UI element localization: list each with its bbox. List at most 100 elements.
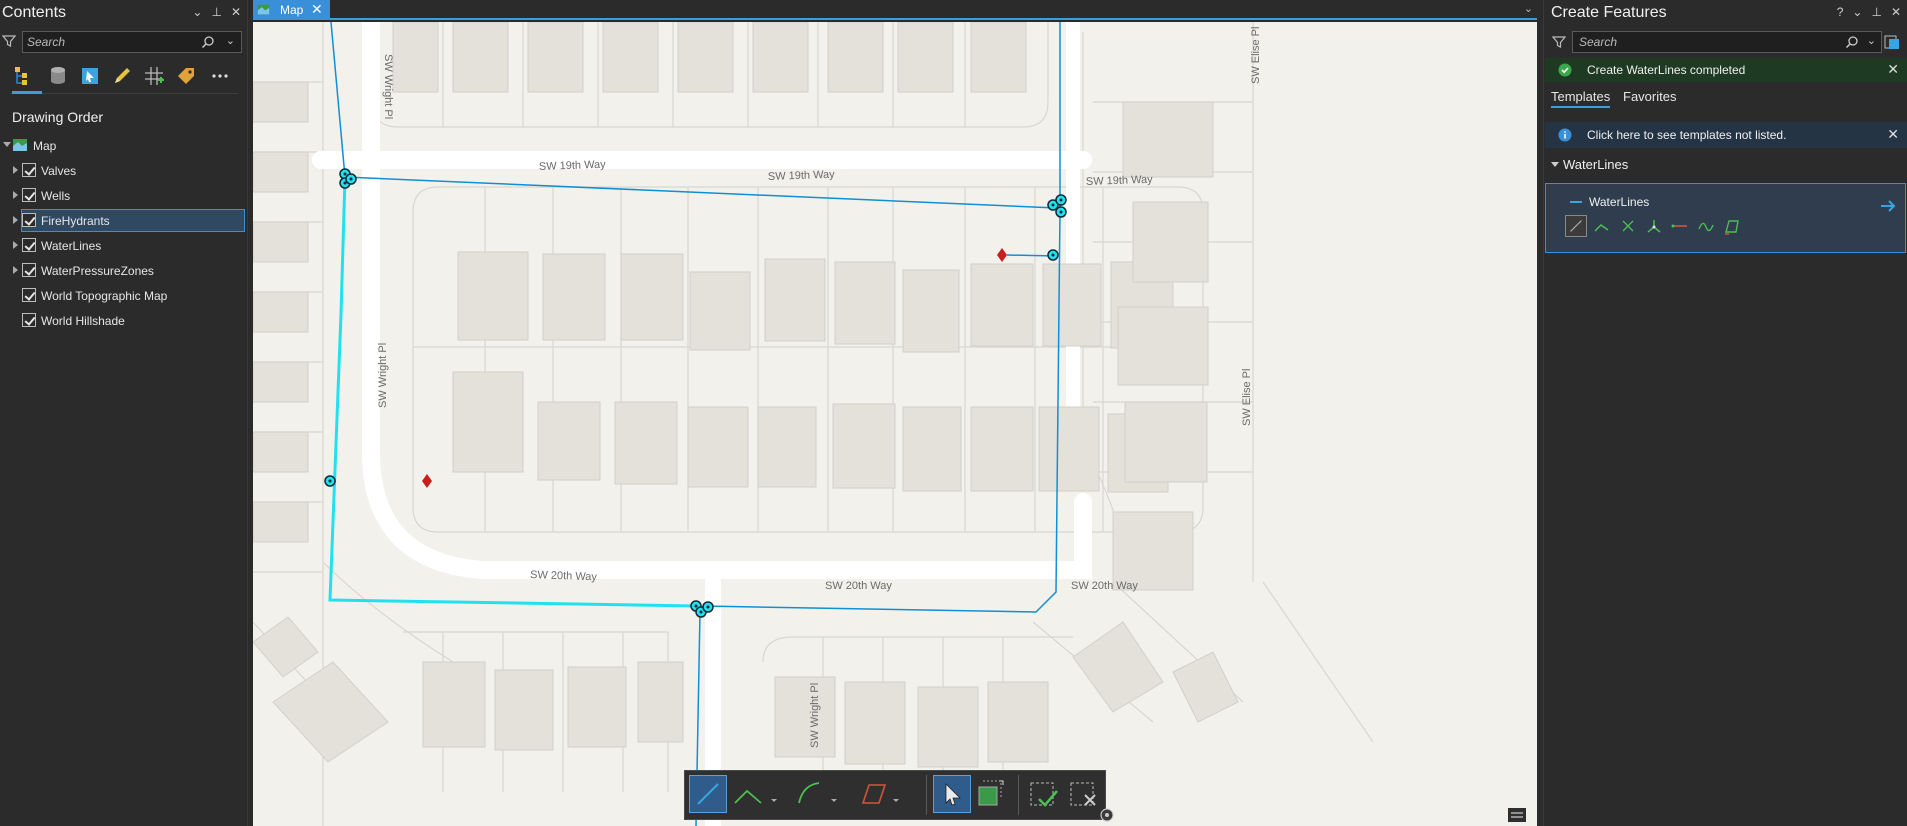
list-by-data-source-icon[interactable] [46, 64, 70, 88]
construction-toolbar [684, 770, 1106, 820]
pin-icon[interactable]: ⊥ [211, 5, 221, 19]
info-message-text[interactable]: Click here to see templates not listed. [1587, 128, 1786, 142]
list-by-labeling-icon[interactable] [174, 64, 198, 88]
layer-visibility-checkbox[interactable] [22, 288, 36, 302]
templates-search-box[interactable]: ⌄ [1572, 31, 1882, 53]
filter-icon[interactable] [1552, 35, 1566, 49]
freehand-icon[interactable] [1721, 215, 1743, 237]
close-icon[interactable]: ✕ [1887, 126, 1899, 143]
toolbar-separator [926, 775, 927, 815]
tab-favorites[interactable]: Favorites [1623, 89, 1676, 104]
list-by-editing-icon[interactable] [110, 64, 134, 88]
list-by-drawing-order-icon[interactable] [12, 64, 36, 88]
more-icon[interactable] [208, 64, 232, 88]
arc-tool-button[interactable] [793, 775, 837, 813]
layer-visibility-checkbox[interactable] [22, 188, 36, 202]
help-icon[interactable]: ? [1837, 5, 1844, 19]
select-tool-button[interactable] [933, 775, 971, 813]
templates-search-input[interactable] [1579, 34, 1819, 50]
layer-label: WaterLines [41, 239, 102, 253]
close-tab-icon[interactable]: ✕ [311, 1, 323, 18]
success-check-icon [1558, 63, 1572, 77]
layer-row-firehydrants[interactable]: FireHydrants [0, 208, 248, 233]
expand-icon[interactable] [13, 241, 18, 249]
fire-hydrant[interactable] [997, 248, 1007, 262]
pin-icon[interactable]: ⊥ [1871, 5, 1881, 19]
select-extent-button[interactable] [973, 775, 1011, 813]
create-features-controls: ? ⌄ ⊥ ✕ [1837, 5, 1901, 19]
layer-row-valves[interactable]: Valves [0, 158, 248, 183]
layer-visibility-checkbox[interactable] [22, 263, 36, 277]
street-label-sw-elise-pl: SW Elise Pl [1241, 369, 1253, 426]
layer-row-world-topographic-map[interactable]: World Topographic Map [0, 283, 248, 308]
layer-visibility-checkbox[interactable] [22, 238, 36, 252]
finish-button[interactable] [1025, 775, 1063, 813]
info-message-bar[interactable]: Click here to see templates not listed. … [1545, 122, 1907, 148]
close-icon[interactable]: ✕ [231, 5, 241, 19]
layer-row-waterpressurezones[interactable]: WaterPressureZones [0, 258, 248, 283]
select-icon [945, 783, 961, 806]
layer-visibility-checkbox[interactable] [22, 163, 36, 177]
map-canvas[interactable]: SW 19th Way SW 19th Way SW 19th Way SW 2… [253, 22, 1537, 826]
pane-options-icon[interactable]: ⌄ [1852, 5, 1862, 19]
contents-title: Contents [2, 4, 67, 21]
search-dropdown-icon[interactable]: ⌄ [1867, 34, 1876, 47]
trace-icon[interactable] [1669, 215, 1691, 237]
map-svg[interactable]: SW 19th Way SW 19th Way SW 19th Way SW 2… [253, 22, 1537, 826]
success-message-text: Create WaterLines completed [1587, 63, 1746, 77]
template-group-header[interactable]: WaterLines [1563, 157, 1628, 172]
street-label-sw-20th-way: SW 20th Way [825, 580, 892, 592]
layer-label: WaterPressureZones [41, 264, 154, 278]
polygon-trace-icon [861, 784, 899, 804]
direction-distance-icon[interactable] [1643, 215, 1665, 237]
layer-visibility-checkbox[interactable] [22, 313, 36, 327]
search-dropdown-icon[interactable]: ⌄ [226, 34, 235, 47]
line-tool-button[interactable] [689, 775, 727, 813]
expand-icon[interactable] [13, 216, 18, 224]
close-icon[interactable]: ✕ [1891, 5, 1901, 19]
right-angle-line-icon[interactable] [1591, 215, 1613, 237]
tab-overflow-icon[interactable]: ⌄ [1524, 2, 1533, 15]
map-icon [257, 4, 270, 15]
collapse-icon[interactable] [1551, 162, 1559, 167]
layer-row-wells[interactable]: Wells [0, 183, 248, 208]
line-tool-icon[interactable] [1565, 215, 1587, 237]
collapse-icon[interactable] [3, 142, 11, 147]
streaming-icon[interactable] [1695, 215, 1717, 237]
pane-options-icon[interactable]: ⌄ [192, 5, 202, 19]
layer-label: Valves [41, 164, 77, 178]
fire-hydrant[interactable] [422, 474, 432, 488]
cancel-button[interactable] [1065, 775, 1103, 813]
layer-row-waterlines[interactable]: WaterLines [0, 233, 248, 258]
close-icon[interactable]: ✕ [1887, 61, 1899, 78]
layer-visibility-checkbox[interactable] [22, 213, 36, 227]
search-icon[interactable] [201, 35, 215, 49]
trace-tool-button[interactable] [855, 775, 899, 813]
arrow-right-icon[interactable] [1879, 198, 1897, 214]
contents-search-box[interactable]: ⌄ [22, 31, 242, 53]
polyline-tool-button[interactable] [731, 775, 777, 813]
contents-pane-controls: ⌄ ⊥ ✕ [192, 5, 241, 19]
map-options-icon[interactable] [1508, 808, 1526, 822]
search-icon[interactable] [1845, 35, 1859, 49]
valves-layer[interactable] [324, 168, 1067, 618]
waterlines-template[interactable]: WaterLines [1545, 183, 1906, 253]
contents-toolbar [10, 62, 238, 94]
layer-label: Wells [41, 189, 71, 203]
layer-row-world-hillshade[interactable]: World Hillshade [0, 308, 248, 333]
list-by-snapping-icon[interactable] [142, 64, 166, 88]
tab-map[interactable]: Map ✕ [253, 0, 330, 20]
expand-icon[interactable] [13, 266, 18, 274]
expand-icon[interactable] [13, 191, 18, 199]
street-label-sw-19th-way: SW 19th Way [539, 159, 607, 173]
gear-icon[interactable] [1099, 807, 1115, 823]
map-node[interactable]: Map [0, 133, 248, 158]
expand-icon[interactable] [13, 166, 18, 174]
manage-templates-icon[interactable] [1883, 33, 1901, 51]
contents-search-input[interactable] [27, 34, 197, 50]
midpoint-icon[interactable] [1617, 215, 1639, 237]
tab-templates[interactable]: Templates [1551, 89, 1611, 108]
template-name: WaterLines [1589, 195, 1650, 209]
list-by-selection-icon[interactable] [78, 64, 102, 88]
filter-icon[interactable] [2, 34, 16, 48]
